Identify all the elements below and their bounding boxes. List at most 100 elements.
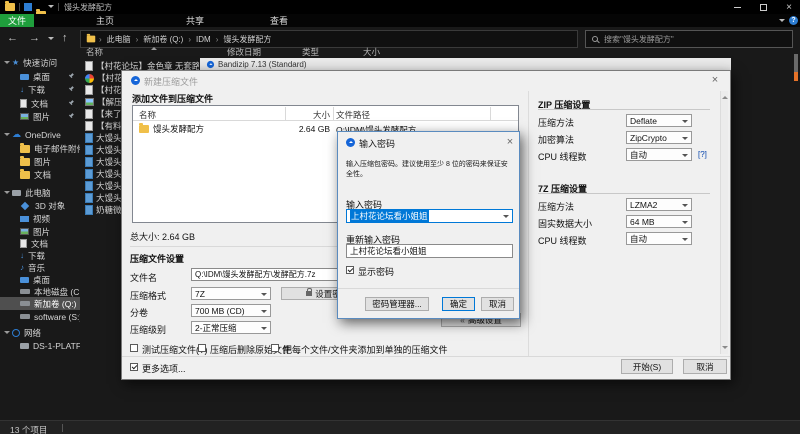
scroll-up-icon[interactable] <box>722 93 728 99</box>
sidebar-item-drive-s[interactable]: software (S:) <box>0 310 80 323</box>
folder-icon <box>20 155 30 166</box>
cancel-button[interactable]: 取消 <box>683 359 727 374</box>
file-icon <box>85 193 93 203</box>
close-icon[interactable]: × <box>503 136 517 148</box>
tab-home[interactable]: 主页 <box>88 14 122 27</box>
folder-icon <box>20 142 30 153</box>
file-icon <box>85 98 94 106</box>
breadcrumb-current-folder[interactable]: 馒头发酵配方 <box>223 34 271 45</box>
chevron-down-icon[interactable] <box>4 191 10 197</box>
more-options-label: 更多选项... <box>142 364 186 374</box>
breadcrumb-this-pc[interactable]: 此电脑 <box>107 34 131 45</box>
sevenz-cpu-threads-select[interactable]: 自动 <box>626 232 692 245</box>
sidebar-item-onedrive[interactable]: ☁ OneDrive <box>0 128 80 141</box>
cpu-threads-help-link[interactable]: [?] <box>698 150 707 159</box>
sidebar-item-documents[interactable]: 文档 <box>0 97 80 110</box>
chevron-down-icon[interactable] <box>503 215 509 221</box>
column-header-size[interactable]: 大小 <box>363 46 380 58</box>
ok-button[interactable]: 确定 <box>442 297 475 311</box>
bandizip-icon <box>206 60 215 68</box>
scroll-down-icon[interactable] <box>722 346 728 352</box>
back-icon[interactable]: ← <box>7 32 18 44</box>
list-row-name[interactable]: 馒头发酵配方 <box>139 123 279 135</box>
bandizip-window-titlebar[interactable]: Bandizip 7.13 (Standard) <box>200 58 731 70</box>
delete-original-checkbox[interactable] <box>198 344 206 352</box>
sidebar-item-videos[interactable]: 视频 <box>0 212 80 225</box>
divider <box>58 3 59 11</box>
password-cancel-button[interactable]: 取消 <box>481 297 514 311</box>
sidebar-item-email-attachments[interactable]: 电子邮件附件 <box>0 142 80 155</box>
scrollbar-thumb[interactable] <box>794 54 798 72</box>
tab-file[interactable]: 文件 <box>0 14 35 27</box>
quick-access-properties-icon[interactable] <box>24 3 32 11</box>
help-icon[interactable]: ? <box>789 16 798 25</box>
sidebar-item-onedrive-documents[interactable]: 文档 <box>0 168 80 181</box>
column-header-type[interactable]: 类型 <box>302 46 319 58</box>
close-button[interactable]: × <box>780 1 798 13</box>
desktop-icon <box>20 276 29 283</box>
show-password-checkbox[interactable] <box>346 266 354 274</box>
file-icon <box>85 169 93 179</box>
zip-encryption-label: 加密算法 <box>538 135 575 145</box>
format-select[interactable]: 7Z <box>191 287 271 300</box>
ribbon-expand-icon[interactable] <box>779 19 785 25</box>
drive-icon <box>20 289 30 294</box>
zip-method-select[interactable]: Deflate <box>626 114 692 127</box>
search-input[interactable]: 搜索"馒头发酵配方" <box>585 30 793 48</box>
zip-cpu-threads-select[interactable]: 自动 <box>626 148 692 161</box>
sidebar-item-quick-access[interactable]: ★ 快速访问 <box>0 56 80 69</box>
ribbon-tabs: 文件 主页 共享 查看 ? <box>0 14 800 27</box>
split-select[interactable]: 700 MB (CD) <box>191 304 271 317</box>
sidebar-item-network[interactable]: 网络 <box>0 326 80 339</box>
dialog-scrollbar[interactable] <box>720 91 728 354</box>
test-archive-checkbox[interactable] <box>130 344 138 352</box>
archive-settings-section-title: 压缩文件设置 <box>130 254 185 264</box>
recent-locations-icon[interactable] <box>48 37 54 43</box>
separate-archives-label: 把每个文件/文件夹添加到单独的压缩文件 <box>283 345 448 355</box>
divider <box>19 3 20 11</box>
folder-icon <box>20 168 30 179</box>
chevron-down-icon[interactable] <box>4 331 10 337</box>
zip-encryption-select[interactable]: ZipCrypto <box>626 131 692 144</box>
file-icon <box>85 145 93 155</box>
tab-view[interactable]: 查看 <box>262 14 296 27</box>
chevron-down-icon[interactable] <box>4 133 10 139</box>
network-icon <box>12 328 20 337</box>
chevron-down-icon[interactable] <box>4 61 10 67</box>
sidebar-item-this-pc[interactable]: 此电脑 <box>0 186 80 199</box>
more-options-checkbox[interactable] <box>130 363 138 371</box>
enter-password-field[interactable]: 上村花论坛看小姐姐 <box>346 209 513 223</box>
zip-cpu-threads-label: CPU 线程数 <box>538 152 587 162</box>
minimize-icon <box>733 6 741 8</box>
password-manager-button[interactable]: 密码管理器... <box>365 297 429 311</box>
tab-share[interactable]: 共享 <box>178 14 212 27</box>
level-select[interactable]: 2-正常压缩 <box>191 321 271 334</box>
window-title: 馒头发酵配方 <box>64 3 112 12</box>
sevenz-solid-size-select[interactable]: 64 MB <box>626 215 692 228</box>
reenter-password-field[interactable]: 上村花论坛看小姐姐 <box>346 244 513 258</box>
start-button[interactable]: 开始(S) <box>621 359 673 374</box>
sidebar-item-3d-objects[interactable]: 3D 对象 <box>0 199 80 212</box>
column-header-date[interactable]: 修改日期 <box>227 46 261 58</box>
quick-access-customize-icon[interactable] <box>48 5 54 11</box>
sidebar-item-pictures[interactable]: 图片 <box>0 110 80 123</box>
up-icon[interactable]: ↑ <box>62 32 68 44</box>
forward-icon[interactable]: → <box>29 32 40 44</box>
breadcrumb-idm[interactable]: IDM <box>196 35 211 44</box>
window-titlebar: 馒头发酵配方 × <box>0 0 800 19</box>
sidebar-item-network-pc[interactable]: DS-1-PLATFORM <box>0 339 80 352</box>
sidebar-item-onedrive-pictures[interactable]: 图片 <box>0 155 80 168</box>
divider <box>338 288 519 289</box>
sevenz-method-select[interactable]: LZMA2 <box>626 198 692 211</box>
minimize-button[interactable] <box>728 1 746 13</box>
scrollbar-orange-marker[interactable] <box>794 72 798 81</box>
breadcrumb-drive-q[interactable]: 新加卷 (Q:) <box>143 34 183 45</box>
sidebar-item-drive-q[interactable]: 新加卷 (Q:) <box>0 297 80 310</box>
maximize-button[interactable] <box>754 1 772 13</box>
column-header-name[interactable]: 名称 <box>86 46 103 58</box>
sidebar-item-downloads[interactable]: ↓ 下载 <box>0 83 80 96</box>
close-icon[interactable]: × <box>708 74 722 86</box>
separate-archives-checkbox[interactable] <box>271 344 279 352</box>
sidebar-item-desktop[interactable]: 桌面 <box>0 70 80 83</box>
file-icon <box>85 85 93 95</box>
